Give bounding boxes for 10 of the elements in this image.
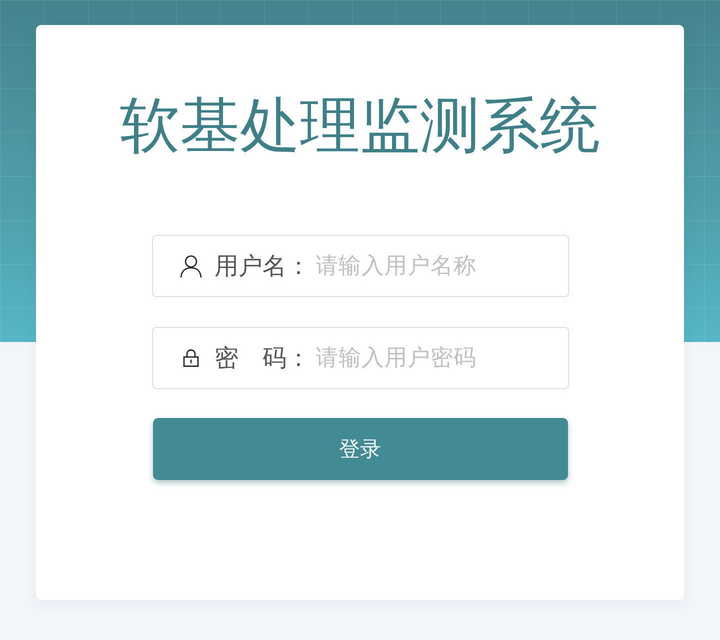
username-field[interactable]: 用户名： 请输入用户名称	[152, 235, 568, 297]
password-label: 密 码：	[214, 343, 310, 374]
system-title: 软基处理监测系统	[120, 90, 600, 162]
password-input[interactable]: 请输入用户密码	[316, 345, 556, 371]
username-label: 用户名：	[214, 251, 310, 282]
password-field[interactable]: 密 码： 请输入用户密码	[152, 327, 568, 389]
user-icon	[180, 254, 202, 278]
username-input[interactable]: 请输入用户名称	[316, 253, 556, 279]
lock-icon	[182, 349, 198, 367]
login-button[interactable]: 登录	[152, 418, 568, 480]
